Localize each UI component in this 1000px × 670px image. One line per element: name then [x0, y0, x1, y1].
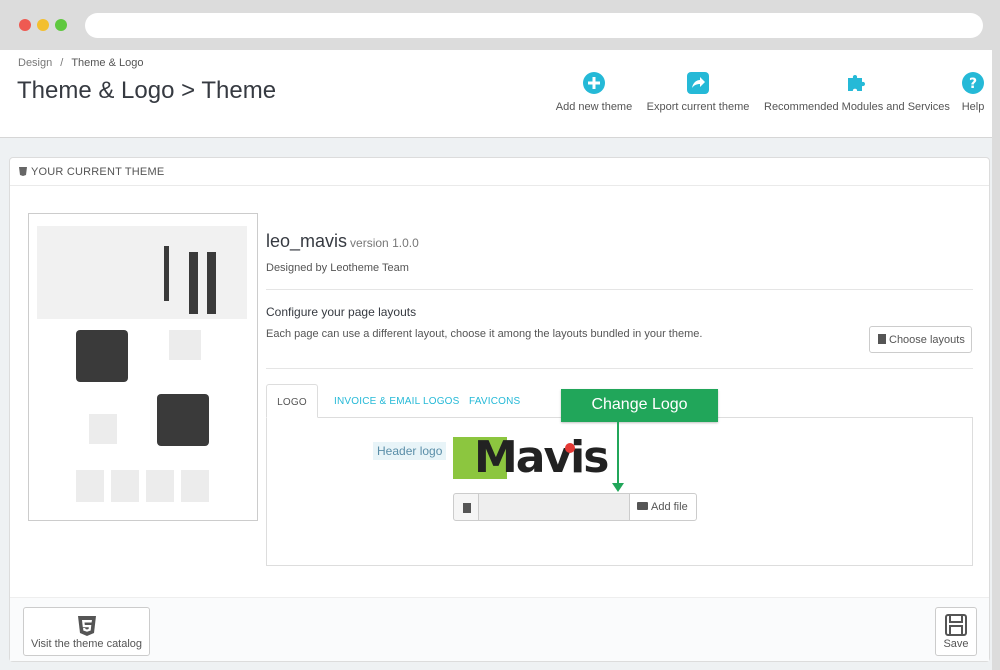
save-button[interactable]: Save [935, 607, 977, 656]
add-new-theme-button[interactable]: Add new theme [555, 72, 633, 122]
callout-arrow-head [612, 483, 624, 492]
logo-file-input[interactable] [479, 493, 629, 521]
theme-catalog-button[interactable]: Visit the theme catalog [23, 607, 150, 656]
logo-dot [565, 443, 575, 453]
share-icon [687, 72, 709, 94]
tab-favicons[interactable]: FAVICONS [469, 384, 520, 418]
preview-headphone-left [189, 252, 198, 314]
save-label: Save [943, 638, 969, 650]
export-theme-label: Export current theme [646, 101, 750, 113]
current-theme-panel: YOUR CURRENT THEME leo_mavis version 1.0.… [9, 157, 990, 662]
breadcrumb-separator: / [60, 57, 64, 69]
theme-name: leo_mavis [266, 231, 348, 251]
breadcrumb-current: Theme & Logo [71, 57, 144, 69]
preview-product-2 [111, 470, 139, 502]
add-new-theme-label: Add new theme [555, 101, 633, 113]
breadcrumb: Design / Theme & Logo [18, 57, 143, 69]
divider [266, 289, 973, 290]
panel-footer: Visit the theme catalog Save [10, 597, 989, 661]
theme-name-line: leo_mavis version 1.0.0 [266, 231, 419, 252]
preview-headphone-cable [164, 246, 169, 301]
recommended-modules-label: Recommended Modules and Services [764, 101, 950, 113]
file-icon [878, 334, 886, 344]
divider [266, 368, 973, 369]
layouts-description: Each page can use a different layout, ch… [266, 328, 703, 340]
theme-author: Designed by Leotheme Team [266, 262, 409, 274]
html5-icon [77, 616, 96, 636]
admin-page: Design / Theme & Logo Theme & Logo > Theme… [0, 50, 992, 670]
panel-heading-text: YOUR CURRENT THEME [31, 166, 165, 178]
choose-layouts-button[interactable]: Choose layouts [869, 326, 972, 353]
preview-thumb-1 [76, 330, 128, 382]
close-window-dot[interactable] [19, 19, 31, 31]
choose-layouts-label: Choose layouts [889, 334, 965, 346]
preview-thumb-4 [157, 394, 209, 446]
minimize-window-dot[interactable] [37, 19, 49, 31]
breadcrumb-parent[interactable]: Design [18, 57, 52, 69]
svg-text:?: ? [969, 76, 977, 92]
theme-catalog-label: Visit the theme catalog [30, 638, 143, 650]
plus-circle-icon [583, 72, 605, 94]
preview-product-4 [181, 470, 209, 502]
theme-preview-image [28, 213, 258, 521]
puzzle-icon [848, 75, 865, 91]
file-icon [463, 503, 471, 513]
header-logo-image: Mavis [453, 432, 609, 483]
page-toolbar: Design / Theme & Logo Theme & Logo > Theme… [0, 50, 992, 138]
help-button[interactable]: ? Help [960, 72, 986, 122]
preview-thumb-2 [169, 330, 201, 360]
preview-product-3 [146, 470, 174, 502]
scrollbar[interactable] [992, 50, 1000, 670]
maximize-window-dot[interactable] [55, 19, 67, 31]
callout-arrow-line [617, 422, 619, 485]
preview-product-1 [76, 470, 104, 502]
recommended-modules-button[interactable]: Recommended Modules and Services [764, 72, 950, 122]
html5-icon [19, 167, 27, 176]
export-theme-button[interactable]: Export current theme [645, 72, 751, 122]
file-type-addon [453, 493, 479, 521]
address-bar[interactable] [85, 13, 983, 38]
add-file-label: Add file [651, 501, 688, 513]
logo-file-upload: Add file [453, 493, 697, 521]
preview-thumb-3 [89, 414, 117, 444]
logo-wordmark: Mavis [474, 432, 609, 483]
folder-open-icon [637, 502, 648, 510]
help-icon: ? [962, 72, 984, 94]
browser-chrome [0, 0, 1000, 50]
tab-invoice-email-logos[interactable]: INVOICE & EMAIL LOGOS [334, 384, 460, 418]
header-logo-label: Header logo [373, 442, 447, 460]
save-icon [945, 614, 967, 636]
preview-headphone-right [207, 252, 216, 314]
tab-logo[interactable]: LOGO [266, 384, 318, 418]
page-title: Theme & Logo > Theme [17, 77, 277, 104]
panel-heading: YOUR CURRENT THEME [10, 158, 989, 186]
theme-version: version 1.0.0 [350, 236, 419, 250]
change-logo-callout: Change Logo [561, 389, 718, 422]
help-label: Help [961, 101, 985, 113]
add-file-button[interactable]: Add file [629, 493, 697, 521]
layouts-title: Configure your page layouts [266, 305, 417, 319]
